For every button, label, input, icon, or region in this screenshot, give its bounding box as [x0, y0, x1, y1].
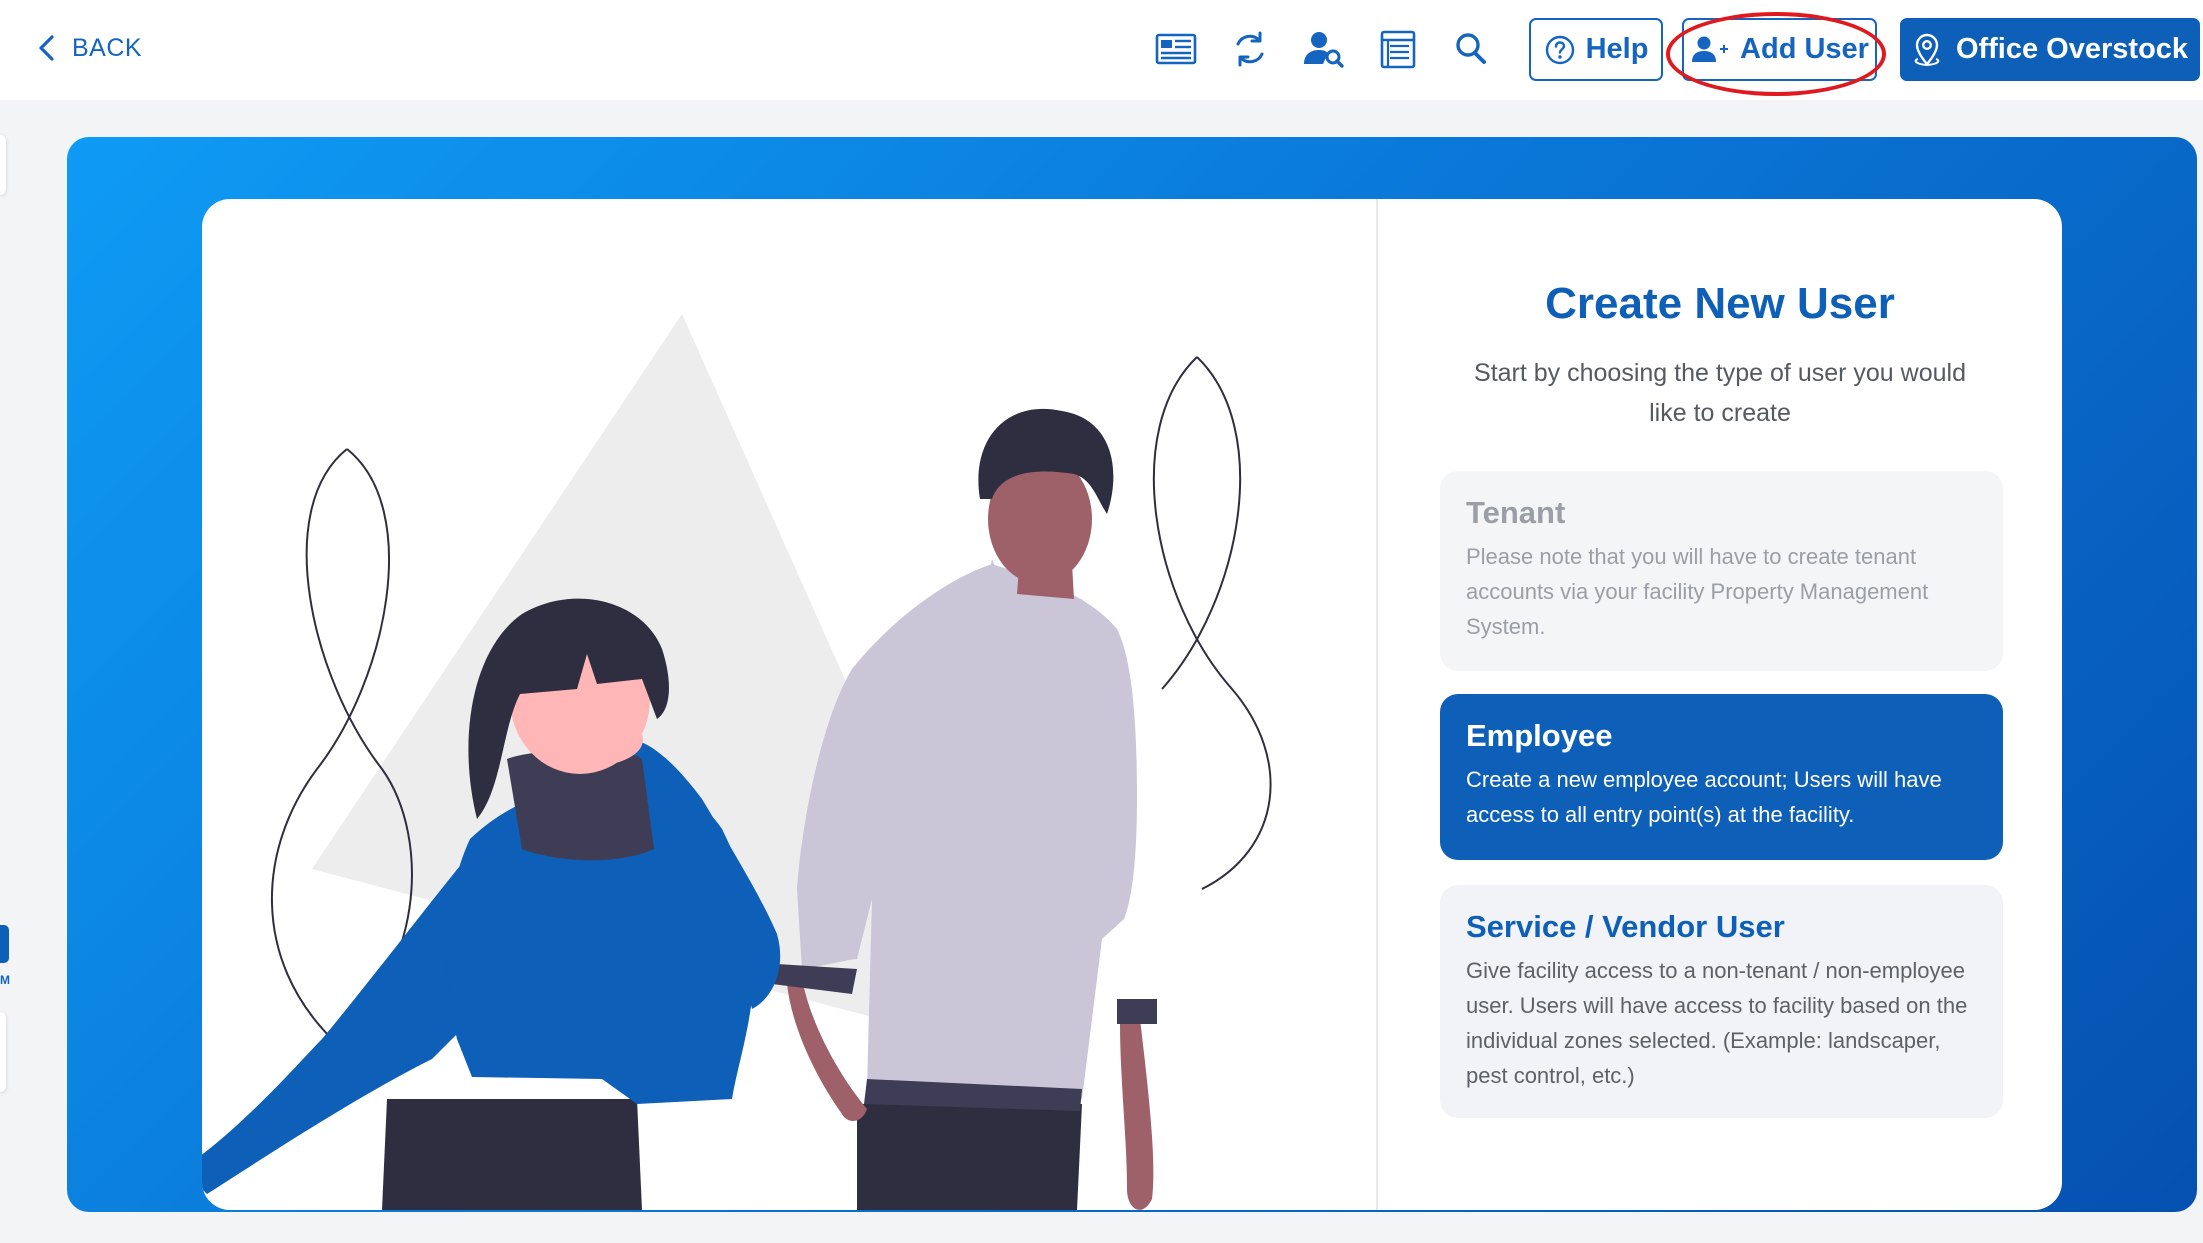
facility-selector-button[interactable]: Office Overstock	[1900, 18, 2200, 81]
sidebar-edge-letter: M	[0, 973, 10, 987]
search-icon[interactable]	[1446, 24, 1498, 74]
list-icon[interactable]	[1372, 24, 1424, 74]
curve-line-right	[1152, 356, 1272, 890]
option-employee-title: Employee	[1466, 718, 1613, 753]
newspaper-icon[interactable]	[1150, 24, 1202, 74]
people-illustration	[202, 314, 1272, 1210]
top-bar: BACK Help Add User Office Overstock	[0, 0, 2203, 100]
user-search-icon[interactable]	[1298, 24, 1350, 74]
help-circle-icon	[1545, 35, 1574, 64]
refresh-icon[interactable]	[1224, 24, 1276, 74]
page-subtitle: Start by choosing the type of user you w…	[1474, 359, 1966, 427]
create-user-card: Create New User Start by choosing the ty…	[202, 199, 2062, 1210]
chevron-left-icon	[39, 35, 54, 61]
back-label: BACK	[72, 33, 143, 62]
man-figure	[772, 408, 1157, 1210]
sidebar-edge-active[interactable]	[0, 925, 9, 963]
option-vendor[interactable]: Service / Vendor User Give facility acce…	[1440, 885, 2003, 1118]
curve-line-left-2	[271, 448, 390, 1040]
sidebar-edge-bottom[interactable]	[0, 1012, 6, 1092]
page-title: Create New User	[1545, 279, 1895, 328]
help-button[interactable]: Help	[1529, 18, 1663, 81]
help-label: Help	[1585, 33, 1649, 65]
option-tenant-title: Tenant	[1466, 495, 1566, 530]
option-tenant[interactable]: Tenant Please note that you will have to…	[1440, 471, 2003, 671]
highlight-ring	[1666, 12, 1886, 96]
option-vendor-description: Give facility access to a non-tenant / n…	[1466, 958, 1968, 1088]
curve-line-right-2	[1161, 356, 1242, 690]
user-type-pane: Create New User Start by choosing the ty…	[1378, 199, 2062, 1210]
sidebar-edge-top[interactable]	[0, 135, 6, 195]
facility-label: Office Overstock	[1955, 33, 2189, 65]
back-button[interactable]: BACK	[36, 28, 142, 68]
option-vendor-title: Service / Vendor User	[1466, 909, 1785, 944]
option-employee-description: Create a new employee account; Users wil…	[1466, 767, 1942, 827]
location-pin-icon	[1914, 33, 1940, 66]
option-employee[interactable]: Employee Create a new employee account; …	[1440, 694, 2003, 860]
option-tenant-description: Please note that you will have to create…	[1466, 544, 1929, 639]
